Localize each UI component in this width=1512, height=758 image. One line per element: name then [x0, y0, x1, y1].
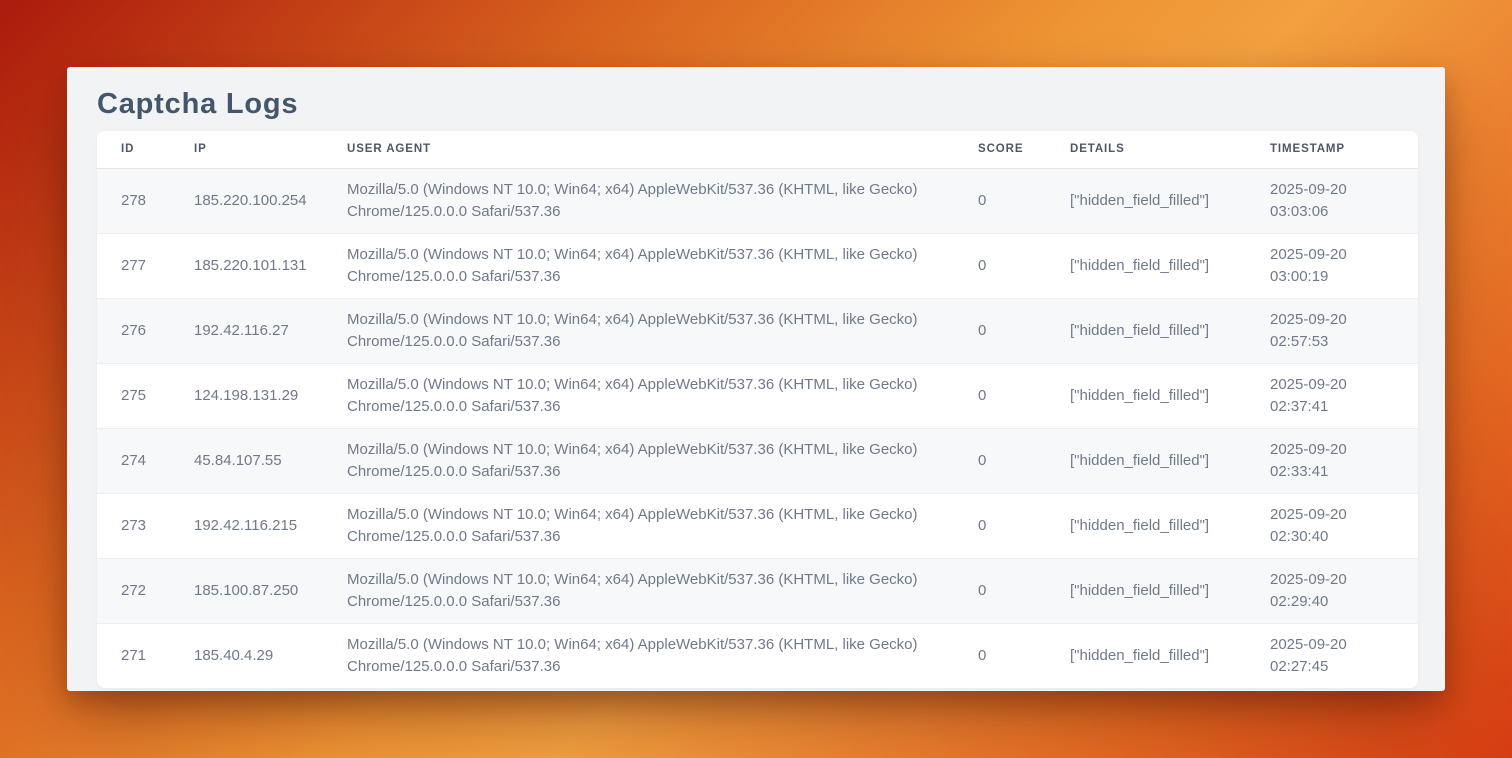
column-header-score: SCORE	[954, 131, 1046, 168]
cell-details: ["hidden_field_filled"]	[1046, 493, 1246, 558]
cell-details: ["hidden_field_filled"]	[1046, 363, 1246, 428]
column-header-id: ID	[97, 131, 170, 168]
cell-ip: 185.100.87.250	[170, 558, 323, 623]
page-title: Captcha Logs	[97, 83, 1445, 125]
column-header-user-agent: USER AGENT	[323, 131, 954, 168]
captcha-logs-table-container: ID IP USER AGENT SCORE DETAILS TIMESTAMP…	[97, 131, 1418, 688]
cell-details: ["hidden_field_filled"]	[1046, 428, 1246, 493]
cell-timestamp: 2025-09-20 02:33:41	[1246, 428, 1418, 493]
cell-ip: 124.198.131.29	[170, 363, 323, 428]
cell-id: 276	[97, 298, 170, 363]
cell-user-agent: Mozilla/5.0 (Windows NT 10.0; Win64; x64…	[323, 493, 954, 558]
cell-user-agent: Mozilla/5.0 (Windows NT 10.0; Win64; x64…	[323, 623, 954, 688]
cell-user-agent: Mozilla/5.0 (Windows NT 10.0; Win64; x64…	[323, 363, 954, 428]
cell-id: 275	[97, 363, 170, 428]
table-header: ID IP USER AGENT SCORE DETAILS TIMESTAMP	[97, 131, 1418, 168]
cell-user-agent: Mozilla/5.0 (Windows NT 10.0; Win64; x64…	[323, 428, 954, 493]
cell-score: 0	[954, 623, 1046, 688]
cell-score: 0	[954, 363, 1046, 428]
cell-timestamp: 2025-09-20 02:37:41	[1246, 363, 1418, 428]
table-row: 273 192.42.116.215 Mozilla/5.0 (Windows …	[97, 493, 1418, 558]
cell-timestamp: 2025-09-20 02:57:53	[1246, 298, 1418, 363]
cell-user-agent: Mozilla/5.0 (Windows NT 10.0; Win64; x64…	[323, 298, 954, 363]
cell-score: 0	[954, 493, 1046, 558]
column-header-timestamp: TIMESTAMP	[1246, 131, 1418, 168]
cell-user-agent: Mozilla/5.0 (Windows NT 10.0; Win64; x64…	[323, 168, 954, 233]
cell-details: ["hidden_field_filled"]	[1046, 233, 1246, 298]
cell-details: ["hidden_field_filled"]	[1046, 298, 1246, 363]
table-row: 272 185.100.87.250 Mozilla/5.0 (Windows …	[97, 558, 1418, 623]
table-row: 274 45.84.107.55 Mozilla/5.0 (Windows NT…	[97, 428, 1418, 493]
table-body: 278 185.220.100.254 Mozilla/5.0 (Windows…	[97, 168, 1418, 688]
cell-ip: 185.40.4.29	[170, 623, 323, 688]
cell-id: 271	[97, 623, 170, 688]
table-row: 275 124.198.131.29 Mozilla/5.0 (Windows …	[97, 363, 1418, 428]
cell-id: 272	[97, 558, 170, 623]
column-header-ip: IP	[170, 131, 323, 168]
table-header-row: ID IP USER AGENT SCORE DETAILS TIMESTAMP	[97, 131, 1418, 168]
cell-details: ["hidden_field_filled"]	[1046, 168, 1246, 233]
table-row: 271 185.40.4.29 Mozilla/5.0 (Windows NT …	[97, 623, 1418, 688]
cell-id: 274	[97, 428, 170, 493]
cell-score: 0	[954, 168, 1046, 233]
cell-id: 278	[97, 168, 170, 233]
cell-id: 273	[97, 493, 170, 558]
cell-timestamp: 2025-09-20 02:30:40	[1246, 493, 1418, 558]
table-row: 276 192.42.116.27 Mozilla/5.0 (Windows N…	[97, 298, 1418, 363]
cell-score: 0	[954, 233, 1046, 298]
cell-ip: 45.84.107.55	[170, 428, 323, 493]
cell-id: 277	[97, 233, 170, 298]
cell-user-agent: Mozilla/5.0 (Windows NT 10.0; Win64; x64…	[323, 558, 954, 623]
captcha-logs-card: Captcha Logs ID IP USER AGENT SCORE DETA…	[67, 67, 1445, 691]
cell-timestamp: 2025-09-20 02:27:45	[1246, 623, 1418, 688]
cell-timestamp: 2025-09-20 03:03:06	[1246, 168, 1418, 233]
cell-details: ["hidden_field_filled"]	[1046, 623, 1246, 688]
cell-score: 0	[954, 558, 1046, 623]
cell-user-agent: Mozilla/5.0 (Windows NT 10.0; Win64; x64…	[323, 233, 954, 298]
cell-details: ["hidden_field_filled"]	[1046, 558, 1246, 623]
cell-score: 0	[954, 298, 1046, 363]
cell-ip: 185.220.100.254	[170, 168, 323, 233]
captcha-logs-table: ID IP USER AGENT SCORE DETAILS TIMESTAMP…	[97, 131, 1418, 688]
cell-score: 0	[954, 428, 1046, 493]
cell-timestamp: 2025-09-20 02:29:40	[1246, 558, 1418, 623]
table-row: 278 185.220.100.254 Mozilla/5.0 (Windows…	[97, 168, 1418, 233]
cell-ip: 192.42.116.215	[170, 493, 323, 558]
column-header-details: DETAILS	[1046, 131, 1246, 168]
table-row: 277 185.220.101.131 Mozilla/5.0 (Windows…	[97, 233, 1418, 298]
cell-ip: 185.220.101.131	[170, 233, 323, 298]
cell-timestamp: 2025-09-20 03:00:19	[1246, 233, 1418, 298]
cell-ip: 192.42.116.27	[170, 298, 323, 363]
